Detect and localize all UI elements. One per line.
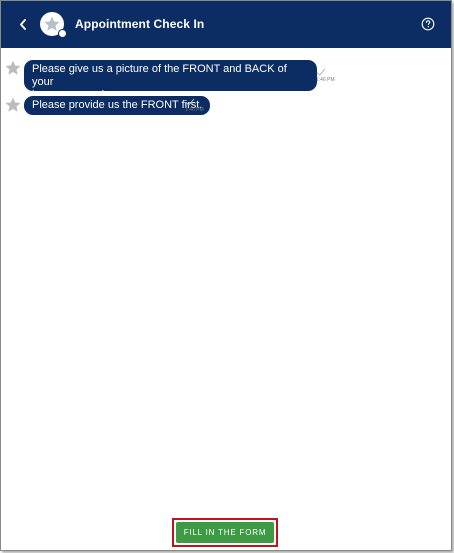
question-circle-icon [421,17,435,31]
help-button[interactable] [421,17,435,31]
message-time: 1:46 PM [316,77,335,83]
message-time: 1:46 PM [185,107,204,113]
logo-badge [58,29,67,38]
check-icon [316,68,326,76]
message-meta: 1:46 PM [316,68,335,83]
message-bubble: Please give us a picture of the FRONT an… [24,60,317,101]
message-bubble: Please provide us the FRONT first. [24,96,211,115]
chevron-left-icon [20,18,26,30]
back-button[interactable] [13,13,33,35]
star-avatar-icon [5,60,21,75]
button-highlight-outline: FILL IN THE FORM [172,518,278,547]
page-title: Appointment Check In [75,17,205,31]
fill-in-form-button[interactable]: FILL IN THE FORM [176,522,274,543]
header-bar: Appointment Check In [1,1,451,48]
star-avatar-icon [5,97,21,112]
app-window: Appointment Check In Please give us a pi… [0,0,452,551]
message-meta: 1:46 PM [185,98,204,113]
check-icon [185,98,195,106]
